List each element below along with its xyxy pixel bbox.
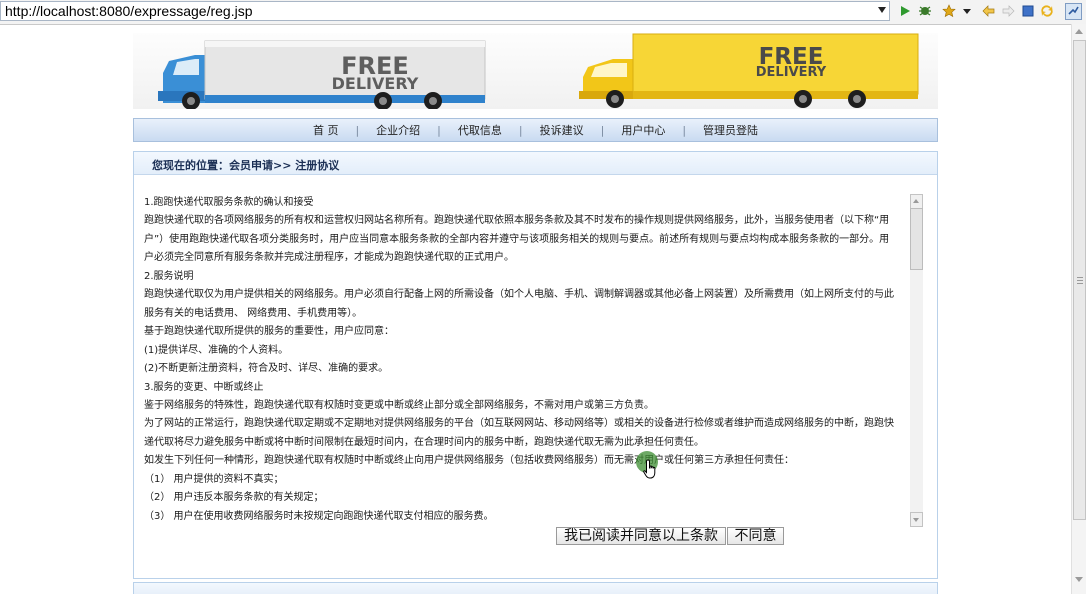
run-icon[interactable] bbox=[898, 4, 912, 18]
terms-line: 3.服务的变更、中断或终止 bbox=[144, 381, 264, 393]
footer-bar bbox=[133, 582, 938, 594]
terms-line: 服务有关的电话费用、 网络费用、手机费用等）。 bbox=[144, 307, 363, 319]
grip-icon bbox=[1077, 277, 1083, 278]
chevron-down-icon bbox=[913, 518, 919, 522]
agree-button[interactable]: 我已阅读并同意以上条款 bbox=[556, 527, 726, 545]
stop-icon[interactable] bbox=[1021, 4, 1035, 18]
terms-line: （2） 用户违反本服务条款的有关规定； bbox=[144, 492, 324, 504]
terms-line: (2)不断更新注册资料，符合及时、详尽、准确的要求。 bbox=[144, 363, 389, 375]
terms-line: 如发生下列任何一种情形，跑跑快递代取有权随时中断或终止向用户提供网络服务（包括收… bbox=[144, 455, 794, 467]
nav-item-complaints[interactable]: 投诉建议 bbox=[523, 122, 601, 138]
nav-item-admin-login[interactable]: 管理员登陆 bbox=[686, 122, 775, 138]
breadcrumb-text: 您现在的位置：会员申请>> 注册协议 bbox=[152, 159, 340, 172]
hand-cursor-icon bbox=[643, 459, 656, 479]
back-icon[interactable] bbox=[982, 4, 996, 18]
url-text: http://localhost:8080/expressage/reg.jsp bbox=[5, 3, 253, 19]
terms-line: 递代取将尽力避免服务中断或将中断时间限制在最短时间内，在合理时间内的服务中断，跑… bbox=[144, 436, 704, 448]
nav-item-pickup-info[interactable]: 代取信息 bbox=[441, 122, 519, 138]
breadcrumb: 您现在的位置：会员申请>> 注册协议 bbox=[134, 152, 937, 175]
dropdown-icon[interactable] bbox=[960, 4, 974, 18]
right-truck-delivery-text: DELIVERY bbox=[756, 65, 827, 80]
terms-scrollbar[interactable] bbox=[910, 194, 923, 527]
terms-line: 户必须完全同意所有服务条款并完成注册程序，才能成为跑跑快递代取的正式用户。 bbox=[144, 252, 514, 264]
terms-line: (1)提供详尽、准确的个人资料。 bbox=[144, 344, 289, 356]
disagree-button[interactable]: 不同意 bbox=[727, 527, 784, 545]
scroll-up-icon[interactable] bbox=[1075, 28, 1083, 36]
terms-line: 为了网站的正常运行，跑跑快递代取定期或不定期地对提供网络服务的平台（如互联网网站… bbox=[144, 418, 894, 430]
sync-icon[interactable] bbox=[1065, 3, 1082, 20]
terms-line: 基于跑跑快递代取所提供的服务的重要性，用户应同意： bbox=[144, 326, 394, 338]
left-truck-image bbox=[158, 40, 486, 109]
delivery-banner: FREE DELIVERY FREE DELIVERY bbox=[133, 33, 938, 109]
star-icon[interactable] bbox=[942, 4, 956, 18]
terms-textarea[interactable]: 1.跑跑快递代取服务条款的确认和接受 跑跑快递代取的各项网络服务的所有权和运营权… bbox=[144, 194, 909, 526]
forward-icon[interactable] bbox=[1001, 4, 1015, 18]
terms-line: 鉴于网络服务的特殊性，跑跑快递代取有权随时变更或中断或终止部分或全部网络服务，不… bbox=[144, 399, 654, 411]
scroll-down-button[interactable] bbox=[910, 512, 923, 527]
right-truck-image bbox=[579, 33, 919, 108]
browser-scroll-thumb[interactable] bbox=[1073, 40, 1086, 520]
left-truck-delivery-text: DELIVERY bbox=[332, 74, 419, 93]
terms-scroll-thumb[interactable] bbox=[910, 208, 923, 270]
scroll-up-button[interactable] bbox=[910, 194, 923, 209]
url-dropdown-icon[interactable] bbox=[878, 7, 886, 13]
nav-item-company[interactable]: 企业介绍 bbox=[359, 122, 437, 138]
terms-line: 跑跑快递代取仅为用户提供相关的网络服务。用户必须自行配备上网的所需设备（如个人电… bbox=[144, 289, 894, 301]
terms-line: （1） 用户提供的资料不真实； bbox=[144, 473, 284, 485]
nav-item-home[interactable]: 首 页 bbox=[296, 122, 356, 138]
terms-line: （3） 用户在使用收费网络服务时未按规定向跑跑快递代取支付相应的服务费。 bbox=[144, 510, 494, 522]
browser-scrollbar[interactable] bbox=[1071, 24, 1086, 594]
terms-line: 1.跑跑快递代取服务条款的确认和接受 bbox=[144, 197, 314, 208]
refresh-icon[interactable] bbox=[1040, 4, 1054, 18]
nav-item-user-center[interactable]: 用户中心 bbox=[604, 122, 682, 138]
grip-icon bbox=[1077, 280, 1083, 281]
main-navigation: 首 页 | 企业介绍 | 代取信息 | 投诉建议 | 用户中心 | 管理员登陆 bbox=[133, 118, 938, 142]
address-bar[interactable]: http://localhost:8080/expressage/reg.jsp bbox=[0, 1, 890, 21]
debug-icon[interactable] bbox=[918, 4, 932, 18]
page-container: FREE DELIVERY FREE DELIVERY 首 页 | 企业介绍 |… bbox=[133, 33, 938, 594]
registration-panel: 您现在的位置：会员申请>> 注册协议 1.跑跑快递代取服务条款的确认和接受 跑跑… bbox=[133, 151, 938, 579]
terms-line: 户”）使用跑跑快递代取各项分类服务时，用户应当同意本服务条款的全部内容并遵守与该… bbox=[144, 233, 890, 245]
browser-toolbar: http://localhost:8080/expressage/reg.jsp bbox=[0, 0, 1086, 25]
terms-line: 2.服务说明 bbox=[144, 270, 194, 282]
chevron-up-icon bbox=[913, 199, 919, 203]
terms-line: 跑跑快递代取的各项网络服务的所有权和运营权归网站名称所有。跑跑快递代取依照本服务… bbox=[144, 215, 890, 227]
grip-icon bbox=[1077, 283, 1083, 284]
scroll-down-icon[interactable] bbox=[1075, 576, 1083, 584]
